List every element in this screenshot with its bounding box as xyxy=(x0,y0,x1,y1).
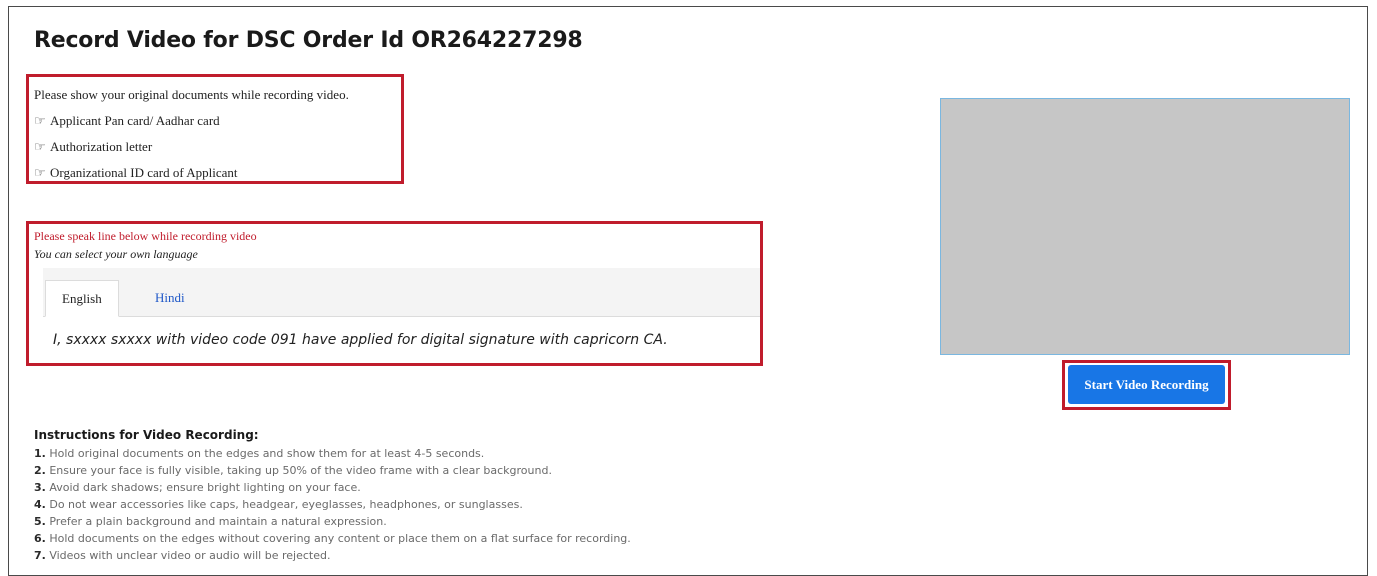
document-item: ☞ Applicant Pan card/ Aadhar card xyxy=(34,108,401,134)
language-note: You can select your own language xyxy=(34,247,198,261)
instruction-text: Hold original documents on the edges and… xyxy=(49,447,485,460)
instruction-text: Avoid dark shadows; ensure bright lighti… xyxy=(49,481,361,494)
instruction-text: Do not wear accessories like caps, headg… xyxy=(49,498,523,511)
instructions-heading: Instructions for Video Recording: xyxy=(34,428,259,442)
instruction-item: 5. Prefer a plain background and maintai… xyxy=(34,513,631,530)
document-item: ☞ Authorization letter xyxy=(34,134,401,160)
document-item-label: Organizational ID card of Applicant xyxy=(50,165,238,180)
instruction-number: 1. xyxy=(34,447,46,460)
instruction-text: Prefer a plain background and maintain a… xyxy=(49,515,387,528)
instruction-item: 3. Avoid dark shadows; ensure bright lig… xyxy=(34,479,631,496)
documents-callout: Please show your original documents whil… xyxy=(26,74,404,184)
language-tabs: English Hindi xyxy=(43,268,760,317)
video-preview xyxy=(940,98,1350,355)
page-title: Record Video for DSC Order Id OR26422729… xyxy=(34,28,583,53)
document-item: ☞ Organizational ID card of Applicant xyxy=(34,160,401,186)
instruction-number: 7. xyxy=(34,549,46,562)
instruction-text: Ensure your face is fully visible, takin… xyxy=(49,464,552,477)
tab-hindi[interactable]: Hindi xyxy=(139,280,201,316)
document-item-label: Authorization letter xyxy=(50,139,153,154)
start-video-recording-button[interactable]: Start Video Recording xyxy=(1068,365,1225,404)
speak-line-text: I, sxxxx sxxxx with video code 091 have … xyxy=(53,332,668,348)
pointing-hand-icon: ☞ xyxy=(34,113,46,128)
instruction-item: 7. Videos with unclear video or audio wi… xyxy=(34,547,631,564)
speak-line-callout: Please speak line below while recording … xyxy=(26,221,763,366)
instruction-number: 4. xyxy=(34,498,46,511)
instruction-item: 2. Ensure your face is fully visible, ta… xyxy=(34,462,631,479)
instruction-number: 3. xyxy=(34,481,46,494)
instruction-text: Videos with unclear video or audio will … xyxy=(49,549,331,562)
pointing-hand-icon: ☞ xyxy=(34,139,46,154)
instruction-number: 2. xyxy=(34,464,46,477)
tab-english[interactable]: English xyxy=(45,280,119,317)
recording-instructions: Instructions for Video Recording: 1. Hol… xyxy=(34,428,631,564)
instruction-number: 5. xyxy=(34,515,46,528)
instruction-item: 6. Hold documents on the edges without c… xyxy=(34,530,631,547)
document-item-label: Applicant Pan card/ Aadhar card xyxy=(50,113,220,128)
speak-instruction: Please speak line below while recording … xyxy=(34,229,257,243)
instruction-item: 1. Hold original documents on the edges … xyxy=(34,445,631,462)
documents-intro: Please show your original documents whil… xyxy=(34,87,349,102)
instruction-item: 4. Do not wear accessories like caps, he… xyxy=(34,496,631,513)
instruction-text: Hold documents on the edges without cove… xyxy=(49,532,631,545)
pointing-hand-icon: ☞ xyxy=(34,165,46,180)
instruction-number: 6. xyxy=(34,532,46,545)
